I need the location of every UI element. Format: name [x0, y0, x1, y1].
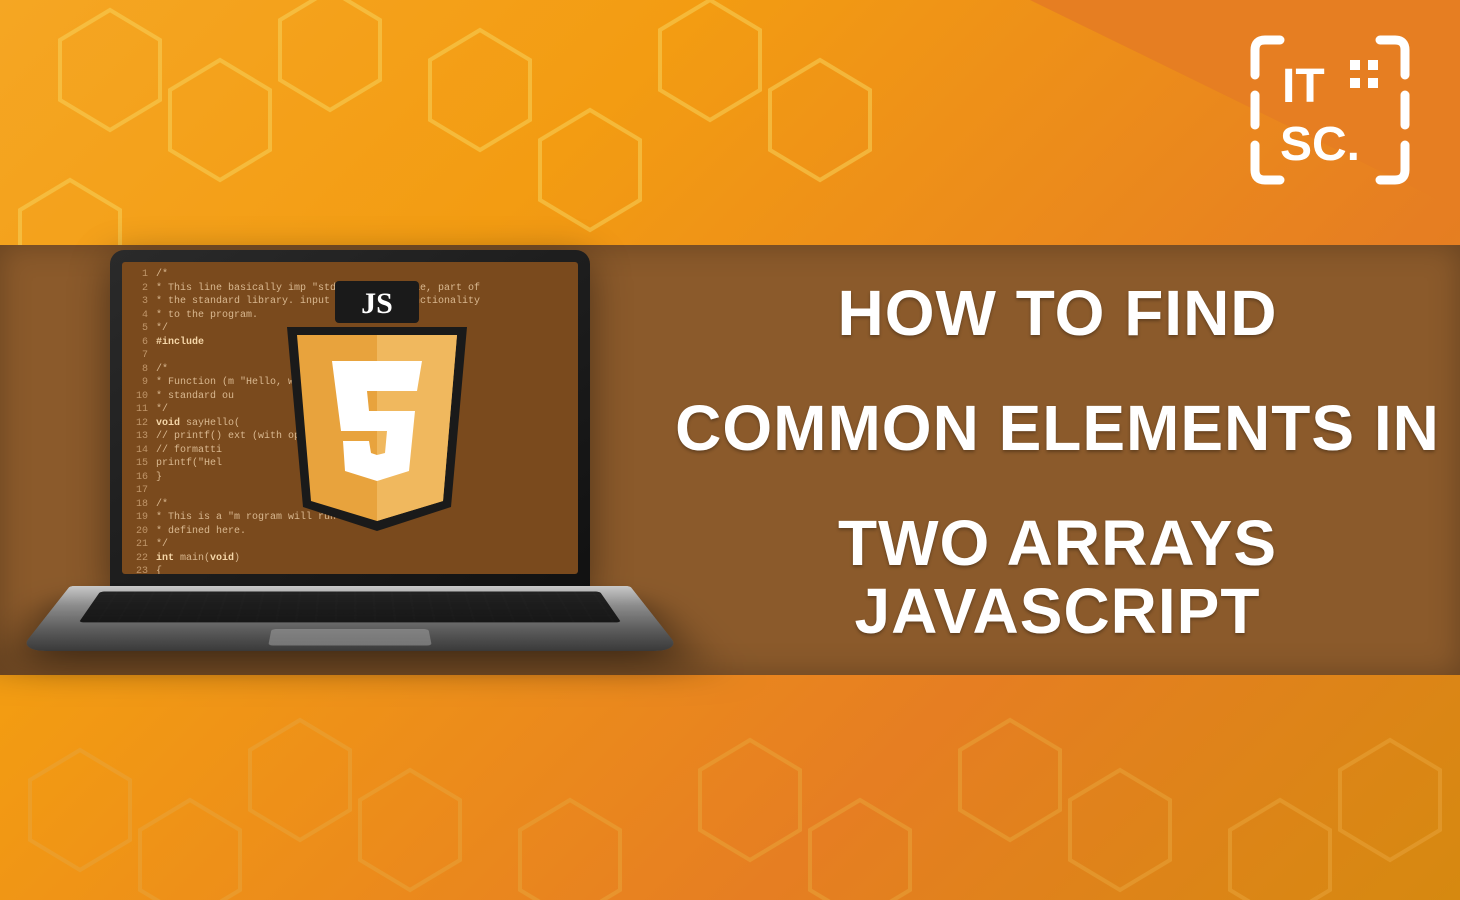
- title-line-1: HOW TO FIND: [660, 280, 1455, 347]
- title-line-3: TWO ARRAYS JAVASCRIPT: [660, 510, 1455, 644]
- svg-text:IT: IT: [1282, 60, 1325, 113]
- title-block: HOW TO FIND COMMON ELEMENTS IN TWO ARRAY…: [660, 280, 1455, 645]
- itsc-logo: IT SC.: [1250, 30, 1410, 190]
- laptop-keyboard: [79, 592, 621, 623]
- code-line: 1/*: [128, 268, 572, 282]
- laptop-screen-frame: 1/*2 * This line basically imp "stdio" h…: [110, 250, 590, 590]
- laptop-illustration: 1/*2 * This line basically imp "stdio" h…: [70, 250, 630, 750]
- code-line: 23{: [128, 565, 572, 574]
- code-line: 22int main(void): [128, 552, 572, 566]
- laptop-trackpad: [268, 629, 431, 645]
- js-badge: JS: [277, 281, 477, 541]
- laptop-screen: 1/*2 * This line basically imp "stdio" h…: [122, 262, 578, 574]
- laptop-base: [70, 586, 630, 726]
- svg-text:JS: JS: [361, 287, 393, 320]
- svg-text:SC.: SC.: [1280, 118, 1360, 171]
- title-line-2: COMMON ELEMENTS IN: [660, 395, 1455, 462]
